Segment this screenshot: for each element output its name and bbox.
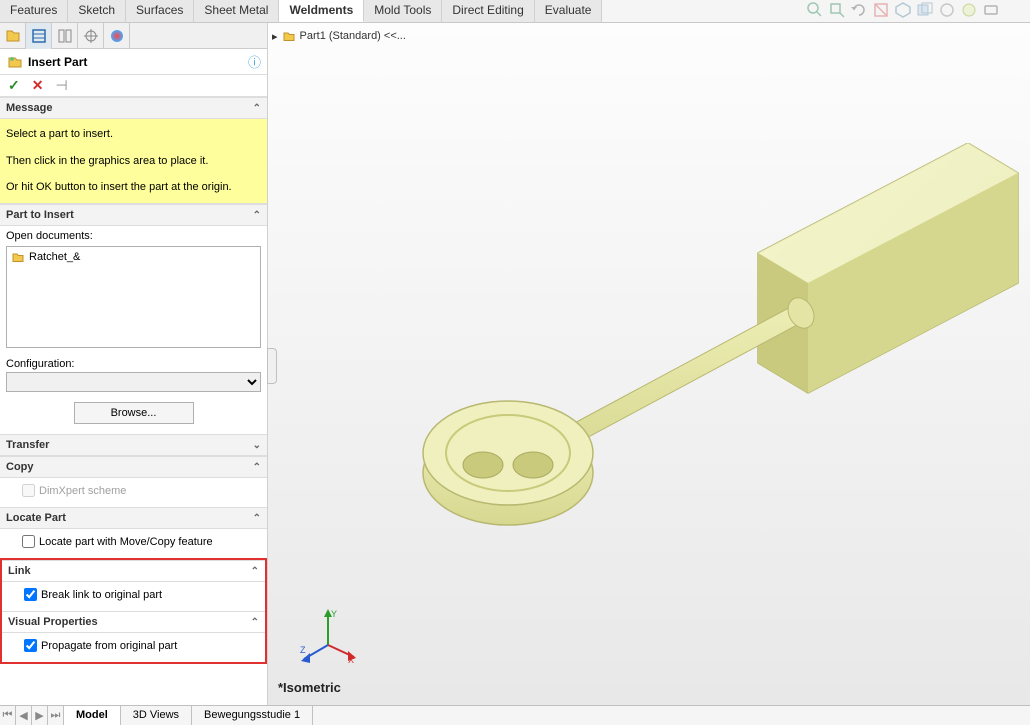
appearance-icon[interactable] xyxy=(938,1,956,19)
open-documents-list[interactable]: Ratchet_& xyxy=(6,246,261,348)
break-link-checkbox[interactable] xyxy=(24,588,37,601)
svg-text:X: X xyxy=(348,655,354,665)
first-tab-button[interactable]: ⏮ xyxy=(0,706,16,725)
scene-icon[interactable] xyxy=(960,1,978,19)
tab-surfaces[interactable]: Surfaces xyxy=(126,0,194,22)
bottom-tab-3dviews[interactable]: 3D Views xyxy=(121,706,192,725)
section-view-icon[interactable] xyxy=(872,1,890,19)
quick-view-toolbar xyxy=(806,1,1000,19)
panel-tab-feature-tree[interactable] xyxy=(0,23,26,49)
break-link-row[interactable]: Break link to original part xyxy=(24,588,259,601)
view-orientation-label: *Isometric xyxy=(278,680,341,695)
locate-move-copy-checkbox[interactable] xyxy=(22,535,35,548)
help-icon[interactable]: ⓘ xyxy=(248,52,261,71)
panel-tab-config-manager[interactable] xyxy=(52,23,78,49)
link-section: Link ⌃ Break link to original part xyxy=(2,560,265,611)
message-header[interactable]: Message ⌃ xyxy=(0,97,267,119)
chevron-up-icon: ⌃ xyxy=(251,617,259,628)
chevron-right-icon: ▸ xyxy=(272,30,278,43)
locate-part-section: Locate Part ⌃ Locate part with Move/Copy… xyxy=(0,507,267,558)
panel-tabs xyxy=(0,23,267,49)
locate-move-copy-row[interactable]: Locate part with Move/Copy feature xyxy=(22,535,261,548)
message-body: Select a part to insert. Then click in t… xyxy=(0,119,267,204)
view-settings-icon[interactable] xyxy=(982,1,1000,19)
display-style-icon[interactable] xyxy=(894,1,912,19)
panel-tab-dimxpert[interactable] xyxy=(78,23,104,49)
pm-title: Insert Part xyxy=(28,55,248,69)
configuration-select[interactable] xyxy=(6,372,261,392)
bottom-tab-model[interactable]: Model xyxy=(64,706,121,725)
zoom-area-icon[interactable] xyxy=(828,1,846,19)
propagate-row[interactable]: Propagate from original part xyxy=(24,639,259,652)
dimxpert-checkbox-row: DimXpert scheme xyxy=(22,484,261,497)
panel-tab-property-manager[interactable] xyxy=(26,23,52,49)
copy-section: Copy ⌃ DimXpert scheme xyxy=(0,456,267,507)
transfer-header[interactable]: Transfer ⌄ xyxy=(0,434,267,456)
visual-properties-section: Visual Properties ⌃ Propagate from origi… xyxy=(2,611,265,662)
cancel-button[interactable]: ✕ xyxy=(32,77,44,94)
panel-tab-display-manager[interactable] xyxy=(104,23,130,49)
breadcrumb-part: Part1 (Standard) <<... xyxy=(300,30,406,42)
chevron-up-icon: ⌃ xyxy=(253,103,261,114)
view-triad[interactable]: Y X Z xyxy=(298,605,358,665)
tab-features[interactable]: Features xyxy=(0,0,68,22)
list-item[interactable]: Ratchet_& xyxy=(7,247,260,267)
last-tab-button[interactable]: ⏭ xyxy=(48,706,64,725)
ok-button[interactable]: ✓ xyxy=(8,77,20,94)
tab-sheetmetal[interactable]: Sheet Metal xyxy=(194,0,279,22)
property-manager-panel: Insert Part ⓘ ✓ ✕ ⊣ Message ⌃ Select a p… xyxy=(0,23,268,705)
dimxpert-checkbox xyxy=(22,484,35,497)
visual-properties-header[interactable]: Visual Properties ⌃ xyxy=(2,611,265,633)
browse-button[interactable]: Browse... xyxy=(74,402,194,424)
pm-title-row: Insert Part ⓘ xyxy=(0,49,267,75)
tab-directediting[interactable]: Direct Editing xyxy=(442,0,534,22)
breadcrumb[interactable]: ▸ Part1 (Standard) <<... xyxy=(272,29,406,43)
zoom-fit-icon[interactable] xyxy=(806,1,824,19)
propagate-checkbox[interactable] xyxy=(24,639,37,652)
link-header[interactable]: Link ⌃ xyxy=(2,560,265,582)
highlighted-group: Link ⌃ Break link to original part Visua… xyxy=(0,558,267,664)
copy-header[interactable]: Copy ⌃ xyxy=(0,456,267,478)
open-documents-label: Open documents: xyxy=(6,230,261,242)
part-to-insert-section: Part to Insert ⌃ Open documents: Ratchet… xyxy=(0,204,267,434)
part-to-insert-header[interactable]: Part to Insert ⌃ xyxy=(0,204,267,226)
configuration-label: Configuration: xyxy=(6,358,261,370)
next-tab-button[interactable]: ▶ xyxy=(32,706,48,725)
panel-expand-handle[interactable] xyxy=(267,348,277,384)
hide-show-icon[interactable] xyxy=(916,1,934,19)
previous-view-icon[interactable] xyxy=(850,1,868,19)
tab-weldments[interactable]: Weldments xyxy=(279,0,364,22)
chevron-up-icon: ⌃ xyxy=(253,462,261,473)
svg-text:Y: Y xyxy=(331,609,337,619)
tab-evaluate[interactable]: Evaluate xyxy=(535,0,603,22)
bottom-tab-motion-study[interactable]: Bewegungsstudie 1 xyxy=(192,706,313,725)
tab-sketch[interactable]: Sketch xyxy=(68,0,126,22)
message-section: Message ⌃ Select a part to insert. Then … xyxy=(0,97,267,204)
chevron-up-icon: ⌃ xyxy=(253,210,261,221)
locate-part-header[interactable]: Locate Part ⌃ xyxy=(0,507,267,529)
svg-text:Z: Z xyxy=(300,645,306,655)
transfer-section: Transfer ⌄ xyxy=(0,434,267,456)
ok-cancel-row: ✓ ✕ ⊣ xyxy=(0,75,267,97)
insert-part-icon xyxy=(6,53,24,71)
chevron-down-icon: ⌄ xyxy=(253,440,261,451)
graphics-viewport[interactable]: ▸ Part1 (Standard) <<... xyxy=(268,23,1030,705)
bottom-tab-bar: ⏮ ◀ ▶ ⏭ Model 3D Views Bewegungsstudie 1 xyxy=(0,705,1030,725)
model-graphic xyxy=(328,143,1028,563)
tab-moldtools[interactable]: Mold Tools xyxy=(364,0,442,22)
chevron-up-icon: ⌃ xyxy=(251,566,259,577)
chevron-up-icon: ⌃ xyxy=(253,513,261,524)
pin-button[interactable]: ⊣ xyxy=(55,77,67,94)
prev-tab-button[interactable]: ◀ xyxy=(16,706,32,725)
